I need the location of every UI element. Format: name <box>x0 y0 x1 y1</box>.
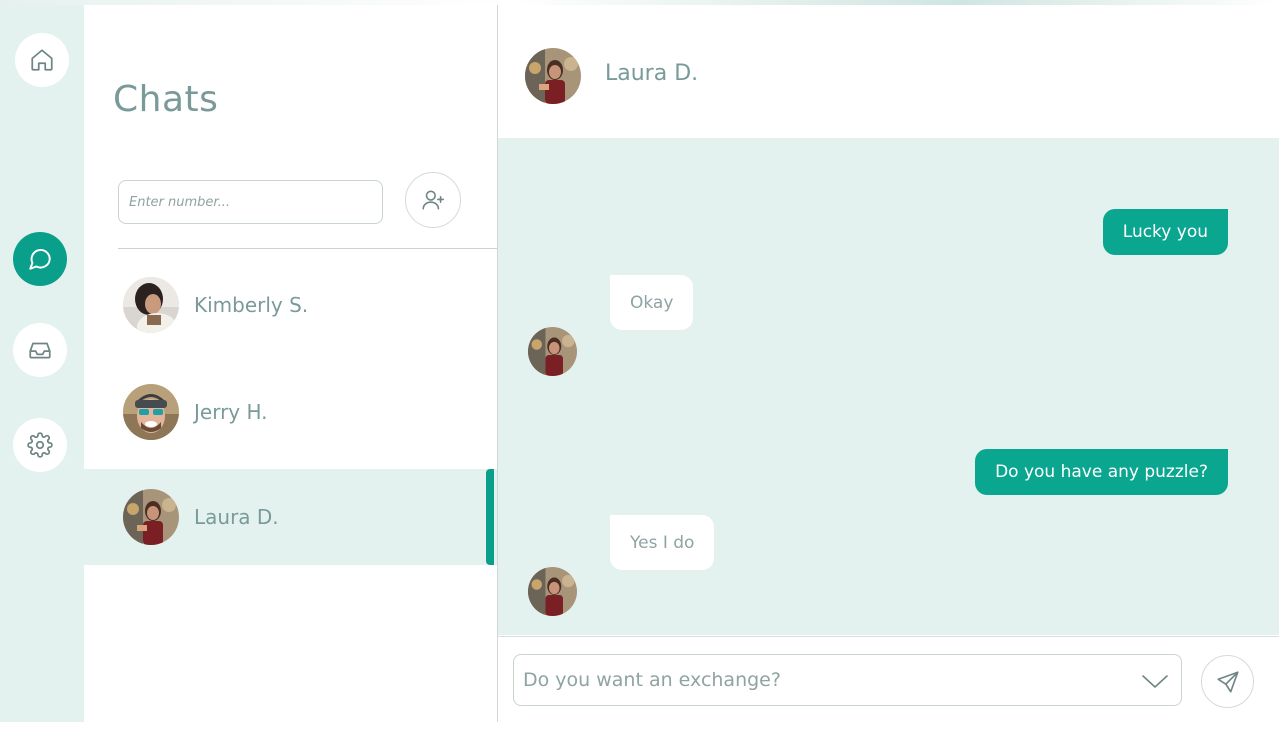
message-outgoing: Lucky you <box>1102 209 1228 255</box>
chat-header: Laura D. <box>498 5 1279 138</box>
inbox-icon <box>29 342 51 359</box>
message-list: Lucky you Okay Do you have any puzzle? Y… <box>498 138 1279 635</box>
avatar <box>123 489 179 545</box>
message-incoming: Okay <box>610 275 694 330</box>
avatar <box>123 384 179 440</box>
avatar <box>123 277 179 333</box>
chat-list-panel: Chats Kimberly S. <box>84 5 497 722</box>
message-outgoing: Do you have any puzzle? <box>975 449 1228 495</box>
home-icon <box>31 49 53 71</box>
avatar <box>528 567 577 616</box>
contact-name: Laura D. <box>194 505 279 529</box>
divider <box>118 248 497 249</box>
nav-inbox-button[interactable] <box>13 323 67 377</box>
contact-item-laura[interactable]: Laura D. <box>84 469 497 565</box>
gear-icon <box>27 432 53 458</box>
nav-rail <box>0 5 84 722</box>
add-user-button[interactable] <box>405 172 461 228</box>
chevron-down-icon[interactable] <box>1141 668 1169 694</box>
avatar <box>528 327 577 376</box>
contact-item-kimberly[interactable]: Kimberly S. <box>84 257 497 353</box>
message-incoming: Yes I do <box>610 515 715 570</box>
contact-item-jerry[interactable]: Jerry H. <box>84 364 497 460</box>
bottom-edge <box>0 722 1279 733</box>
avatar[interactable] <box>525 48 581 104</box>
send-icon <box>1216 670 1239 693</box>
contact-name: Kimberly S. <box>194 293 309 317</box>
nav-chats-button[interactable] <box>13 232 67 286</box>
message-select-value: Do you want an exchange? <box>523 669 781 691</box>
nav-home-button[interactable] <box>15 33 69 87</box>
selection-indicator <box>486 469 494 565</box>
message-select[interactable]: Do you want an exchange? <box>513 654 1182 706</box>
add-user-icon <box>422 190 445 210</box>
page-title: Chats <box>113 79 219 120</box>
nav-settings-button[interactable] <box>13 418 67 472</box>
number-input[interactable] <box>118 180 383 224</box>
send-button[interactable] <box>1201 655 1254 708</box>
contact-name: Jerry H. <box>194 400 268 424</box>
conversation-contact-name: Laura D. <box>605 61 699 86</box>
message-composer: Do you want an exchange? <box>498 636 1279 722</box>
chat-bubble-icon <box>29 249 51 270</box>
